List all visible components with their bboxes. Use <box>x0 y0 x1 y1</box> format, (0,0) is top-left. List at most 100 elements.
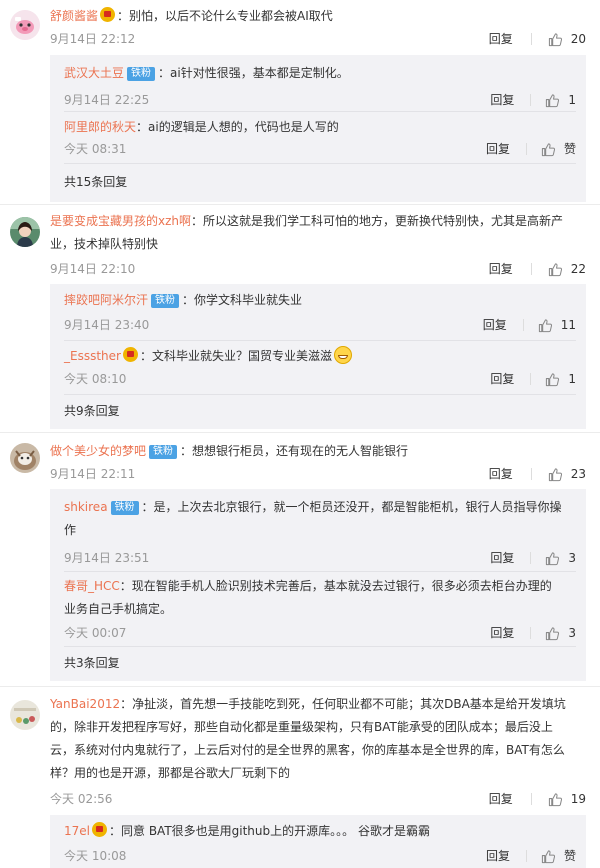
reply-button[interactable]: 回复 <box>490 90 514 110</box>
reply-time: 9月14日 23:51 <box>64 551 150 565</box>
like-button[interactable]: 19 <box>548 789 586 809</box>
avatar[interactable] <box>10 217 40 247</box>
comment-username[interactable]: YanBai2012 <box>50 697 120 711</box>
reply-panel: shkirea 铁粉 ：是，上次去北京银行，就一个柜员还没开，都是智能柜机，银行人员… <box>50 489 586 681</box>
reply-username[interactable]: 阿里郎的秋天 <box>64 120 136 134</box>
reply-username[interactable]: 17el <box>64 824 90 838</box>
avatar[interactable] <box>10 10 40 40</box>
thumbs-up-icon <box>546 551 560 565</box>
like-button[interactable]: 赞 <box>541 139 576 159</box>
reply-item: 春哥_HCC：现在智能手机人脸识别技术完善后，基本就没去过银行，很多必须去柜台办… <box>64 575 576 640</box>
reply-button[interactable]: 回复 <box>490 369 514 389</box>
reply-button[interactable]: 回复 <box>490 623 514 643</box>
thumbs-up-icon <box>541 849 556 863</box>
like-button[interactable]: 22 <box>548 259 586 279</box>
reply-button[interactable]: 回复 <box>489 464 513 484</box>
reply-text: ：是，上次去北京银行，就一个柜员还没开，都是智能柜机，银行人员指导你操 <box>141 500 562 514</box>
reply-text: ：同意 BAT很多也是用github上的开源库。。。 谷歌才是霸霸 <box>109 824 430 838</box>
more-replies-link[interactable]: 共3条回复 <box>64 654 120 671</box>
reply-username[interactable]: 武汉大土豆 <box>64 66 124 80</box>
like-button[interactable]: 1 <box>545 369 576 389</box>
reply-text: ：你学文科毕业就失业 <box>182 293 303 307</box>
action-divider <box>530 468 532 480</box>
reply-divider <box>64 394 576 395</box>
action-divider <box>530 793 532 805</box>
reply-text: ：ai的逻辑是人想的，代码也是人写的 <box>136 120 339 134</box>
reply-button[interactable]: 回复 <box>489 789 513 809</box>
comment-text: 的，除非开发把程序写好，那些自动化都是重量级架构，只有BAT能承受的团队成本；最… <box>50 720 553 734</box>
comment-body: YanBai2012：净扯淡，首先想一手技能吃到死，任何职业都不可能；其次DBA… <box>50 693 586 785</box>
comment-time: 9月14日 22:10 <box>50 262 136 276</box>
reply-meta: 9月14日 22:25 回复 1 <box>64 90 576 110</box>
thumbs-up-icon <box>541 142 556 156</box>
comment-time: 今天 02:56 <box>50 792 113 806</box>
reply-button[interactable]: 回复 <box>483 315 507 335</box>
like-button[interactable]: 23 <box>548 464 586 484</box>
reply-panel: 17el ：同意 BAT很多也是用github上的开源库。。。 谷歌才是霸霸 今天… <box>50 815 586 868</box>
like-button[interactable]: 11 <box>538 315 576 335</box>
like-count: 20 <box>570 32 586 46</box>
reply-meta: 今天 00:07 回复 3 <box>64 623 576 643</box>
reply-button[interactable]: 回复 <box>490 548 514 568</box>
reply-time: 9月14日 22:25 <box>64 93 150 107</box>
comment-username[interactable]: 是要变成宝藏男孩的xzh啊 <box>50 214 191 228</box>
avatar[interactable] <box>10 443 40 473</box>
avatar[interactable] <box>10 700 40 730</box>
comment-text: ：别怕，以后不论什么专业都会被AI取代 <box>117 9 333 23</box>
reply-time: 9月14日 23:40 <box>64 318 150 332</box>
action-divider <box>530 552 532 564</box>
grin-emoji-icon <box>333 346 352 364</box>
like-count: 11 <box>560 318 576 332</box>
reply-item: 摔跤吧阿米尔汗 铁粉 ：你学文科毕业就失业 9月14日 23:40 回复 11 <box>64 289 576 332</box>
like-button[interactable]: 1 <box>545 90 576 110</box>
reply-time: 今天 08:31 <box>64 142 127 156</box>
action-divider <box>530 263 532 275</box>
reply-item: shkirea 铁粉 ：是，上次去北京银行，就一个柜员还没开，都是智能柜机，银行人员… <box>64 496 576 565</box>
reply-time: 今天 10:08 <box>64 849 127 863</box>
comment-text: 业，技术掉队特别快 <box>50 237 159 251</box>
thumbs-up-icon <box>546 93 560 107</box>
comment-body: 是要变成宝藏男孩的xzh啊：所以这就是我们学工科可怕的地方，更新换代特别快，尤其… <box>50 210 586 256</box>
reply-text: ：现在智能手机人脸识别技术完善后，基本就没去过银行，很多必须去柜台办理的 <box>119 579 552 593</box>
reply-divider <box>64 111 576 112</box>
reply-divider <box>64 571 576 572</box>
comment-divider <box>0 204 600 205</box>
fan-badge: 铁粉 <box>127 67 156 81</box>
reply-divider <box>64 340 576 341</box>
vip-badge-icon <box>100 7 116 22</box>
like-button[interactable]: 20 <box>548 29 586 49</box>
reply-item: 阿里郎的秋天：ai的逻辑是人想的，代码也是人写的 今天 08:31 回复 赞 <box>64 116 576 156</box>
reply-username[interactable]: _Esssther <box>64 349 121 363</box>
comment-body: 舒颜酱酱 ：别怕，以后不论什么专业都会被AI取代 <box>50 5 586 28</box>
reply-meta: 9月14日 23:40 回复 11 <box>64 315 576 335</box>
action-divider <box>522 319 524 331</box>
reply-divider <box>64 646 576 647</box>
more-replies-link[interactable]: 共15条回复 <box>64 173 127 190</box>
reply-button[interactable]: 回复 <box>486 846 510 866</box>
like-button[interactable]: 3 <box>545 623 576 643</box>
reply-time: 今天 08:10 <box>64 372 127 386</box>
action-divider <box>525 850 527 862</box>
reply-meta: 今天 08:10 回复 1 <box>64 369 576 389</box>
action-divider <box>530 627 532 639</box>
comment-time: 9月14日 22:11 <box>50 467 136 481</box>
like-count: 1 <box>568 93 576 107</box>
more-replies-link[interactable]: 共9条回复 <box>64 402 120 419</box>
reply-item: _Esssther ：文科毕业就失业？国贸专业美滋滋 今天 08:10 回复 1 <box>64 345 576 386</box>
like-count: 3 <box>568 551 576 565</box>
like-button[interactable]: 3 <box>545 548 576 568</box>
like-button[interactable]: 赞 <box>541 846 576 866</box>
comment-username[interactable]: 舒颜酱酱 <box>50 9 98 23</box>
reply-button[interactable]: 回复 <box>489 259 513 279</box>
reply-divider <box>64 163 576 164</box>
reply-username[interactable]: 春哥_HCC <box>64 579 120 593</box>
reply-username[interactable]: 摔跤吧阿米尔汗 <box>64 293 148 307</box>
reply-body: 17el ：同意 BAT很多也是用github上的开源库。。。 谷歌才是霸霸 <box>64 820 576 843</box>
thumbs-up-icon <box>548 792 562 806</box>
comment-username[interactable]: 做个美少女的梦吧 <box>50 444 146 458</box>
reply-button[interactable]: 回复 <box>486 139 510 159</box>
reply-button[interactable]: 回复 <box>489 29 513 49</box>
reply-username[interactable]: shkirea <box>64 500 108 514</box>
reply-meta: 今天 10:08 回复 赞 <box>64 846 576 866</box>
fan-badge: 铁粉 <box>110 501 139 515</box>
